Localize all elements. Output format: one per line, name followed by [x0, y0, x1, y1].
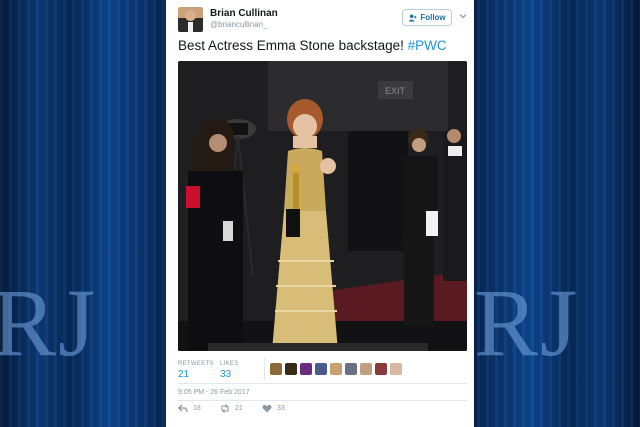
photo-scene: EXIT — [178, 61, 467, 351]
metrics-divider — [264, 358, 265, 380]
like-button[interactable]: 33 — [262, 404, 285, 413]
liker-avatar[interactable] — [375, 363, 387, 375]
tweet-card: Brian Cullinan @briancullinan_ Follow Be… — [166, 0, 474, 427]
retweets-count[interactable]: 21 — [178, 369, 189, 380]
author-handle[interactable]: @briancullinan_ — [210, 20, 268, 29]
divider — [178, 383, 467, 384]
liker-avatar[interactable] — [360, 363, 372, 375]
author-name[interactable]: Brian Cullinan — [210, 8, 278, 19]
reply-button[interactable]: 18 — [178, 404, 201, 413]
tweet-timestamp[interactable]: 9:05 PM - 26 Feb 2017 — [178, 389, 250, 396]
watermark-left: RJ — [0, 269, 98, 376]
follow-label: Follow — [420, 13, 446, 22]
tweet-text-main: Best Actress Emma Stone backstage! — [178, 38, 408, 53]
likes-count[interactable]: 33 — [220, 369, 231, 380]
watermark-right: RJ — [474, 269, 580, 376]
liker-avatars — [270, 363, 402, 375]
tweet-text: Best Actress Emma Stone backstage! #PWC — [178, 38, 447, 53]
liker-avatar[interactable] — [330, 363, 342, 375]
add-user-icon — [408, 13, 417, 22]
reply-icon — [178, 404, 188, 413]
liker-avatar[interactable] — [270, 363, 282, 375]
retweets-label: RETWEETS — [178, 361, 214, 367]
liker-avatar[interactable] — [285, 363, 297, 375]
reply-count: 18 — [193, 405, 201, 412]
tweet-photo[interactable]: EXIT — [178, 61, 467, 351]
like-count: 33 — [277, 405, 285, 412]
chevron-down-icon[interactable] — [459, 12, 467, 20]
retweet-icon — [221, 404, 229, 413]
retweet-button[interactable]: 21 — [220, 404, 243, 413]
divider — [178, 400, 467, 401]
liker-avatar[interactable] — [390, 363, 402, 375]
follow-button[interactable]: Follow — [402, 9, 452, 26]
retweet-count: 21 — [235, 405, 243, 412]
liker-avatar[interactable] — [300, 363, 312, 375]
exit-sign: EXIT — [385, 86, 406, 96]
liker-avatar[interactable] — [315, 363, 327, 375]
heart-icon — [262, 404, 272, 413]
hashtag-link[interactable]: #PWC — [408, 38, 447, 53]
author-avatar[interactable] — [178, 7, 203, 32]
liker-avatar[interactable] — [345, 363, 357, 375]
likes-label: LIKES — [220, 361, 239, 367]
